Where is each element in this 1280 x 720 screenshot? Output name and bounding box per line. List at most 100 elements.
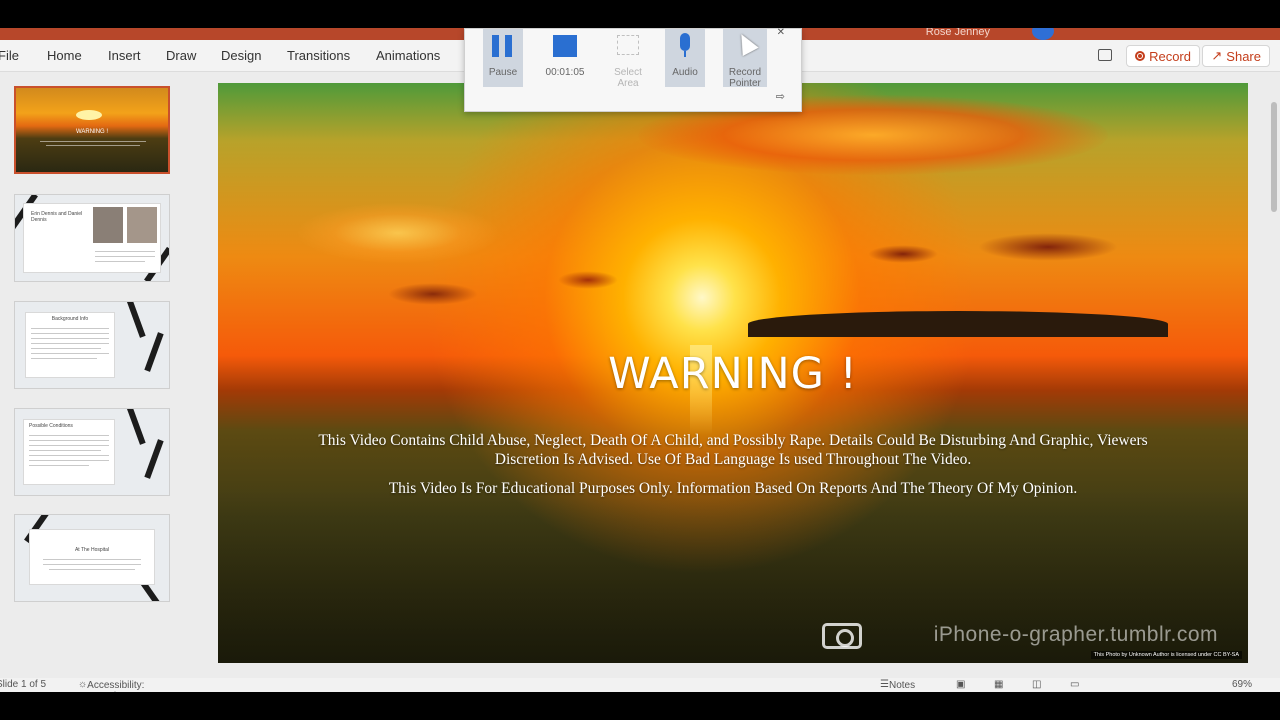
thumbnail-decor — [144, 332, 164, 372]
audio-button[interactable]: Audio — [665, 29, 705, 87]
thumbnail-text-line — [29, 450, 101, 451]
slide-cloud — [868, 245, 938, 263]
thumbnail-text-line — [31, 328, 109, 329]
vertical-scrollbar[interactable] — [1268, 72, 1280, 672]
photo-credit[interactable]: This Photo by Unknown Author is licensed… — [1090, 651, 1242, 659]
slide-island — [748, 311, 1168, 337]
tab-design[interactable]: Design — [221, 48, 261, 63]
slide-thumbnail-4[interactable]: Possible Conditions — [14, 408, 170, 496]
thumbnail-text-line — [46, 145, 140, 146]
record-button[interactable]: Record — [1126, 45, 1200, 67]
thumbnail-text-line — [95, 251, 155, 252]
thumbnail-text-line — [95, 261, 145, 262]
thumbnail-text-line — [29, 465, 89, 466]
pause-label: Pause — [488, 67, 518, 78]
thumbnail-title: WARNING ! — [75, 129, 109, 135]
slide-thumbnail-3[interactable]: Background Info — [14, 301, 170, 389]
thumbnail-text-line — [29, 460, 109, 461]
close-icon[interactable]: ✕ — [777, 28, 785, 38]
thumbnail-text-line — [31, 358, 97, 359]
pause-icon — [505, 35, 512, 57]
slide-thumbnails-pane: WARNING ! Erin Dennis and Daniel Dennis — [0, 72, 196, 672]
tab-animations[interactable]: Animations — [376, 48, 440, 63]
audio-label: Audio — [672, 67, 698, 78]
slide-cloud — [978, 233, 1118, 261]
thumbnail-text-line — [31, 338, 109, 339]
thumbnail-text-line — [29, 455, 109, 456]
screen: Rose Jenney File Home Insert Draw Design… — [0, 0, 1280, 720]
status-bar: Slide 1 of 5 ☼ Accessibility: Investigat… — [0, 678, 1280, 692]
pause-icon — [492, 35, 499, 57]
thumbnail-title: Erin Dennis and Daniel Dennis — [31, 211, 83, 223]
thumbnail-card — [29, 529, 155, 585]
slide-body-text[interactable]: This Video Is For Educational Purposes O… — [298, 479, 1168, 498]
slide-body-text[interactable]: This Video Contains Child Abuse, Neglect… — [298, 431, 1168, 469]
tab-insert[interactable]: Insert — [108, 48, 141, 63]
slide-sorter-icon[interactable]: ▦ — [994, 679, 1003, 690]
slide-cloud — [298, 203, 498, 263]
thumbnail-photo — [127, 207, 157, 243]
record-button-label: Record — [1149, 48, 1191, 64]
record-pointer-button[interactable]: Record Pointer — [723, 29, 767, 89]
normal-view-icon[interactable]: ▣ — [956, 679, 965, 690]
thumbnail-title: At The Hospital — [74, 547, 110, 553]
user-name: Rose Jenney — [925, 28, 990, 38]
slide-counter: Slide 1 of 5 — [0, 679, 47, 690]
share-button[interactable]: ↗ Share — [1202, 45, 1270, 67]
pause-button[interactable]: Pause — [483, 29, 523, 87]
comment-icon[interactable] — [1098, 49, 1112, 61]
thumbnail-text-line — [49, 569, 135, 570]
thumbnail-text-line — [43, 564, 141, 565]
record-icon — [1135, 51, 1146, 61]
slide-title[interactable]: WARNING ! — [218, 349, 1248, 399]
camera-icon — [822, 623, 862, 649]
slideshow-icon[interactable]: ▭ — [1070, 679, 1079, 690]
thumbnail-decor — [126, 302, 146, 338]
microphone-stand — [684, 51, 686, 57]
share-icon: ↗ — [1211, 48, 1223, 63]
slide-cloud — [558, 271, 618, 289]
slide-thumbnail-5[interactable]: At The Hospital — [14, 514, 170, 602]
share-button-label: Share — [1226, 48, 1261, 64]
thumbnail-text-line — [31, 348, 101, 349]
tab-draw[interactable]: Draw — [166, 48, 196, 63]
thumbnail-decor — [126, 409, 146, 445]
zoom-level[interactable]: 69% — [1232, 679, 1252, 690]
scrollbar-thumb[interactable] — [1271, 102, 1277, 212]
pin-icon[interactable]: ⇨ — [776, 90, 785, 103]
notes-label: Notes — [888, 680, 916, 691]
powerpoint-window: Rose Jenney File Home Insert Draw Design… — [0, 28, 1280, 692]
thumbnail-decor — [144, 439, 164, 479]
tab-file[interactable]: File — [0, 48, 19, 63]
thumbnail-title: Background Info — [51, 316, 89, 322]
thumbnail-sun — [76, 110, 102, 120]
thumbnail-text-line — [29, 435, 109, 436]
slide-canvas[interactable]: WARNING ! This Video Contains Child Abus… — [218, 83, 1248, 663]
elapsed-time: 00:01:05 — [545, 67, 585, 78]
recording-toolbar: ✕ Pause 00:01:05 Select Area Audio Recor… — [464, 28, 802, 112]
tab-home[interactable]: Home — [47, 48, 82, 63]
stop-button[interactable]: 00:01:05 — [541, 29, 589, 87]
tab-transitions[interactable]: Transitions — [287, 48, 350, 63]
microphone-icon — [680, 33, 690, 51]
record-pointer-label: Record Pointer — [728, 67, 762, 89]
thumbnail-text-line — [29, 440, 109, 441]
stop-icon — [553, 35, 577, 57]
thumbnail-title: Possible Conditions — [29, 423, 73, 429]
slide-thumbnail-2[interactable]: Erin Dennis and Daniel Dennis — [14, 194, 170, 282]
thumbnail-text-line — [95, 256, 155, 257]
reading-view-icon[interactable]: ◫ — [1032, 679, 1041, 690]
thumbnail-text-line — [40, 141, 146, 142]
thumbnail-text-line — [31, 343, 109, 344]
select-area-icon — [617, 35, 639, 55]
accessibility-status[interactable]: ☼ Accessibility: Investigate — [78, 679, 144, 692]
select-area-label: Select Area — [614, 67, 642, 89]
notes-button[interactable]: ☰ Notes — [880, 679, 915, 691]
user-avatar[interactable] — [1032, 28, 1054, 40]
thumbnail-text-line — [31, 353, 109, 354]
thumbnail-photo — [93, 207, 123, 243]
thumbnail-text-line — [31, 333, 109, 334]
pointer-icon — [733, 29, 759, 57]
slide-thumbnail-1[interactable]: WARNING ! — [14, 86, 170, 174]
select-area-button[interactable]: Select Area — [609, 29, 647, 89]
